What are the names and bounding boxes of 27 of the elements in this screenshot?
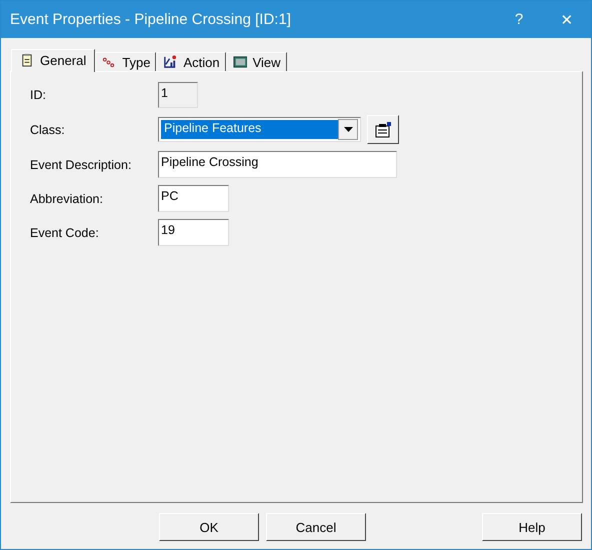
- tab-icon: [163, 55, 178, 69]
- tab[interactable]: Type: [95, 52, 156, 71]
- close-button[interactable]: ✕: [543, 10, 591, 28]
- dropdown-value: Pipeline Features: [161, 120, 338, 139]
- field-label: Class:: [30, 122, 66, 136]
- field-label: ID:: [30, 88, 47, 102]
- tab[interactable]: Action: [156, 52, 226, 71]
- help-button[interactable]: ?: [495, 11, 543, 28]
- input-field[interactable]: Pipeline Crossing: [158, 151, 397, 178]
- field-label: Abbreviation:: [30, 192, 104, 206]
- input-field: 1: [158, 82, 198, 108]
- field-label: Event Description:: [30, 158, 132, 172]
- clipboard-button[interactable]: [367, 115, 399, 144]
- input-field[interactable]: PC: [158, 185, 229, 212]
- tab-icon: [102, 55, 116, 69]
- dialog-button[interactable]: Help: [482, 513, 582, 541]
- tab[interactable]: General: [11, 49, 96, 72]
- tab-icon: [232, 55, 247, 69]
- tab-icon: [20, 53, 34, 67]
- class-dropdown[interactable]: Pipeline Features: [158, 117, 361, 142]
- dialog-button[interactable]: Cancel: [266, 513, 366, 541]
- clipboard-icon: [374, 122, 392, 138]
- field-label: Event Code:: [30, 226, 100, 240]
- dialog-button[interactable]: OK: [159, 513, 259, 541]
- input-field[interactable]: 19: [158, 219, 229, 246]
- tab[interactable]: View: [226, 52, 287, 71]
- window-title: Event Properties - Pipeline Crossing [ID:1]: [10, 11, 292, 28]
